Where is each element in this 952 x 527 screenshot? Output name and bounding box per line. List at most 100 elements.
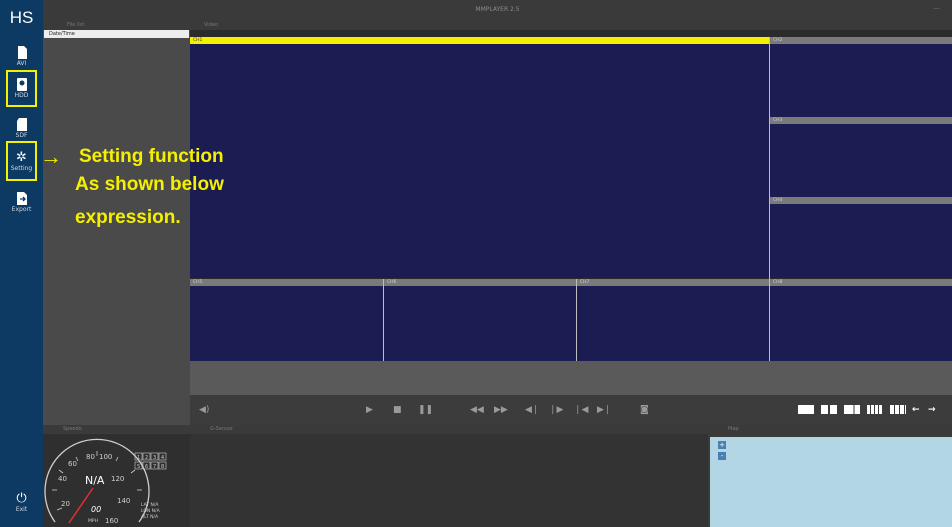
annotation-arrow: → [40,144,62,169]
speed-needle [68,487,94,524]
channel-box: 3 [153,455,156,461]
logo: HS [9,8,34,27]
sidebar-item-label: HDD [14,92,29,99]
channel-label: CH2 [770,37,952,44]
title-bar: MMPLAYER 2.5 — [43,0,952,20]
gps-lon: LON N/A [141,508,161,514]
layout-1-button[interactable] [798,405,814,414]
previous-button[interactable]: ❘◀ [574,405,588,415]
gear-icon: ✲ [16,150,27,165]
channel-label: CH6 [384,279,576,286]
channel-box: 5 [137,464,140,470]
next-button[interactable]: ▶❘ [597,405,611,415]
arrow-right-icon[interactable]: → [928,405,936,415]
channel-view-ch3[interactable]: CH3 [770,117,952,197]
fast-forward-button[interactable]: ▶▶ [494,405,508,415]
speed-tick: 160 [105,517,118,525]
sidebar-item-setting[interactable]: ✲ Setting [6,141,37,181]
sidebar: HS AVI HDD SDF ✲ Setting Export ⏻ Exit [0,0,43,527]
map-zoom-in-button[interactable]: + [718,441,726,449]
speed-tick: 40 [58,475,67,483]
channel-view-ch5[interactable]: CH5 [190,279,383,361]
exit-button[interactable]: ⏻ Exit [0,492,43,522]
speedometer-panel: Speedo 20 40 60 80 100 120 140 160 N/A 0… [43,425,190,527]
channel-box: 4 [161,455,164,461]
map-view[interactable]: + - [710,437,952,527]
stop-button[interactable]: ■ [393,405,402,415]
channel-label: CH7 [577,279,769,286]
layout-4-button[interactable] [821,405,837,414]
speed-value: N/A [85,474,105,487]
map-header: Map [708,425,952,434]
file-list-header: File list [43,20,190,30]
sidebar-item-hdd[interactable]: HDD [6,70,37,107]
volume-icon[interactable]: ◀) [199,405,209,415]
snapshot-camera-icon[interactable]: ◙ [640,405,649,415]
speedometer-header: Speedo [43,425,190,434]
sidebar-item-export[interactable]: Export [0,192,43,222]
channel-view-ch6[interactable]: CH6 [384,279,576,361]
channel-label: CH4 [770,197,952,204]
speed-tick: 80 [86,453,95,461]
map-panel: Map + - [708,425,952,527]
minimize-button[interactable]: — [933,4,940,12]
layout-9-button[interactable] [890,405,906,414]
layout-6-button[interactable] [844,405,860,414]
app-window: HS AVI HDD SDF ✲ Setting Export ⏻ Exit M… [0,0,952,527]
speedometer-gauge: 20 40 60 80 100 120 140 160 N/A 00 MPH L… [44,438,167,525]
speed-unit: MPH [88,518,98,524]
map-zoom-out-button[interactable]: - [718,452,726,460]
sidebar-item-label: Export [11,206,32,213]
channel-view-ch2[interactable]: CH2 [770,37,952,117]
g-sensor-panel: G-Sensor [190,425,708,527]
channel-label: CH8 [770,279,952,286]
channel-box: 1 [137,455,140,461]
grid-divider [769,37,770,361]
layout-8-button[interactable] [867,405,883,414]
file-list-column-datetime[interactable]: Date/Time [44,30,189,38]
gps-alt: ALT N/A [141,514,159,520]
step-back-button[interactable]: ◀❘ [525,405,539,415]
channel-label: CH5 [190,279,383,286]
g-sensor-header: G-Sensor [190,425,708,434]
annotation-line-3: expression. [75,207,181,228]
hdd-icon [16,78,27,91]
speed-tick: 20 [61,500,70,508]
playback-controls: ◀) ▶ ■ ❚❚ ◀◀ ▶▶ ◀❘ ❘▶ ❘◀ ▶❘ ◙ ← → [190,395,952,425]
sidebar-item-label: SDF [15,132,28,139]
channel-view-ch1[interactable]: CH1 [190,37,769,278]
power-icon: ⏻ [16,491,27,506]
sidebar-item-label: AVI [16,60,27,67]
grid-divider [383,279,384,361]
video-header: Video [190,20,952,30]
speed-digits: 00 [91,505,101,514]
channel-label: CH1 [190,37,769,44]
timeline-bar[interactable] [190,361,952,395]
play-button[interactable]: ▶ [366,405,373,415]
sd-card-icon [16,118,27,131]
pause-button[interactable]: ❚❚ [418,405,433,415]
export-icon [16,192,27,205]
channel-view-ch4[interactable]: CH4 [770,197,952,278]
channel-view-ch7[interactable]: CH7 [577,279,769,361]
channel-box: 2 [145,455,148,461]
channel-box: 6 [145,464,148,470]
annotation-line-1: Setting function [79,146,224,167]
speed-tick: 60 [68,460,77,468]
speed-tick: 120 [111,475,124,483]
channel-box: 7 [153,464,156,470]
arrow-left-icon[interactable]: ← [912,405,920,415]
window-title: MMPLAYER 2.5 [475,6,520,13]
channel-box: 8 [161,464,164,470]
grid-divider [576,279,577,361]
file-icon [17,46,27,59]
channel-view-ch8[interactable]: CH8 [770,279,952,361]
rewind-button[interactable]: ◀◀ [470,405,484,415]
exit-label: Exit [15,506,28,513]
speed-tick: 140 [117,497,130,505]
step-forward-button[interactable]: ❘▶ [549,405,563,415]
annotation-line-2: As shown below [75,174,224,195]
gps-lat: LAT N/A [141,502,159,508]
speed-tick: 100 [99,453,112,461]
channel-label: CH3 [770,117,952,124]
